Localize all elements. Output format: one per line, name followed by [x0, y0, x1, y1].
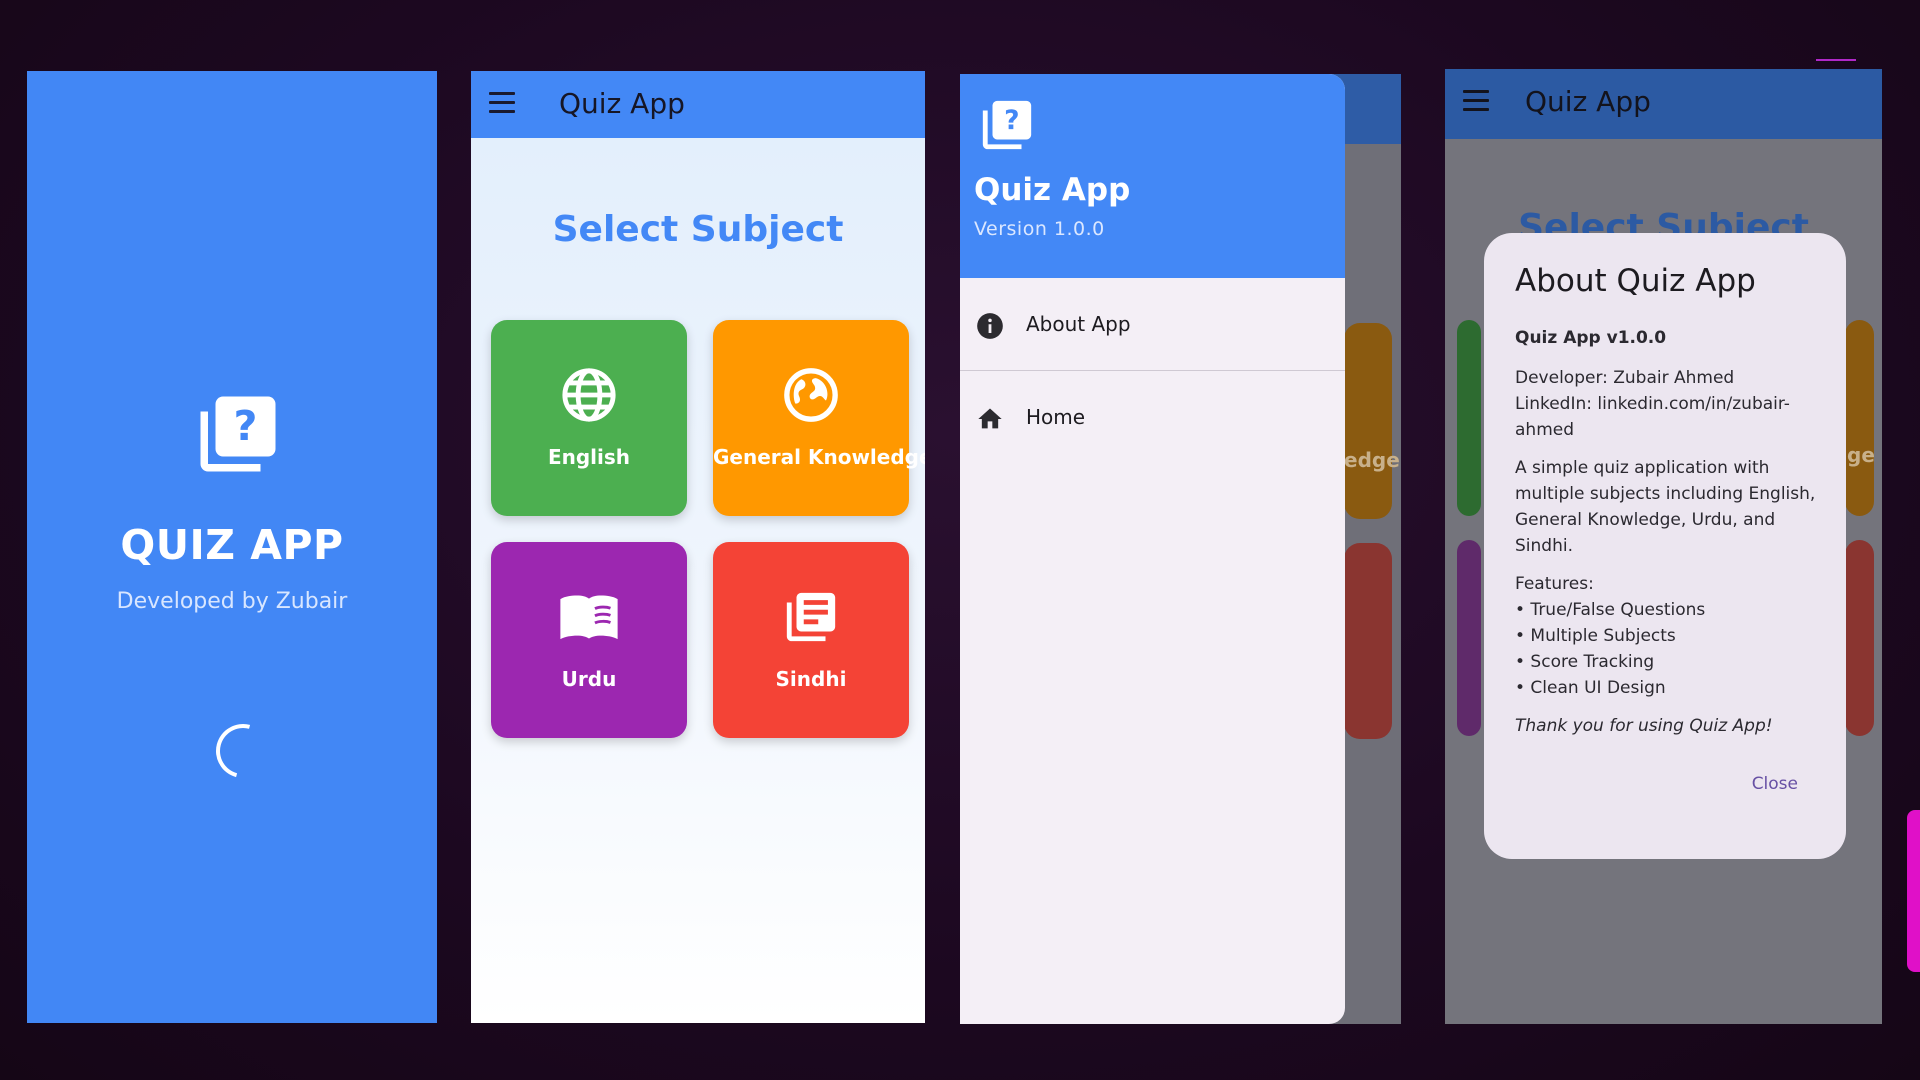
subject-card-english[interactable]: English	[491, 320, 687, 516]
splash-screen: ? QUIZ APP Developed by Zubair	[27, 71, 437, 1023]
drawer-item-label: About App	[1026, 312, 1131, 336]
drawer-title: Quiz App	[974, 172, 1131, 208]
drawer-item-label: Home	[1026, 405, 1086, 429]
subject-label: English	[547, 445, 631, 469]
subject-card-sindhi[interactable]: Sindhi	[713, 542, 909, 738]
drawer-header: ? Quiz App Version 1.0.0	[960, 74, 1345, 278]
thanks-text: Thank you for using Quiz App!	[1515, 716, 1773, 736]
app-version: Quiz App v1.0.0	[1515, 328, 1667, 348]
splash-subtitle: Developed by Zubair	[116, 589, 348, 614]
subject-card-general-knowledge[interactable]: General Knowledge	[713, 320, 925, 516]
decorative-accent-line	[1816, 59, 1856, 61]
feature-item: • Multiple Subjects	[1515, 626, 1676, 646]
feature-item: • True/False Questions	[1515, 600, 1706, 620]
feature-item: • Score Tracking	[1515, 652, 1655, 672]
menu-book-icon	[491, 588, 687, 646]
public-icon	[713, 366, 909, 424]
drawer-item-home[interactable]: Home	[960, 377, 1345, 457]
loading-spinner	[206, 714, 280, 788]
feature-item: • Clean UI Design	[1515, 678, 1666, 698]
close-button[interactable]: Close	[1752, 774, 1798, 794]
about-dialog-screen: Quiz App Select Subject ge About Quiz Ap…	[1445, 69, 1882, 1024]
dialog-title: About Quiz App	[1515, 263, 1756, 299]
svg-text:?: ?	[1004, 105, 1019, 136]
drawer-divider	[960, 370, 1345, 371]
info-icon	[976, 312, 1004, 340]
dialog-body: Quiz App v1.0.0 Developer: Zubair Ahmed …	[1515, 325, 1825, 751]
library-books-icon	[713, 588, 909, 646]
drawer-version: Version 1.0.0	[974, 218, 1105, 240]
subject-label: General Knowledge	[713, 445, 925, 469]
hamburger-menu-icon	[1463, 90, 1489, 112]
features-label: Features:	[1515, 574, 1594, 594]
background-card	[1845, 320, 1874, 516]
background-card	[1845, 540, 1874, 736]
about-dialog: About Quiz App Quiz App v1.0.0 Developer…	[1484, 233, 1846, 859]
drawer-screen: edge ? Quiz App Version 1.0.0 About App …	[960, 74, 1401, 1024]
background-card-text: ge	[1847, 443, 1875, 467]
page-title: Select Subject	[552, 209, 844, 250]
subject-card-urdu[interactable]: Urdu	[491, 542, 687, 738]
background-app-bar-title: Quiz App	[1525, 85, 1651, 118]
app-bar: Quiz App	[471, 71, 925, 138]
app-bar-title: Quiz App	[559, 87, 685, 120]
decorative-accent-edge	[1907, 810, 1920, 972]
hamburger-menu-icon[interactable]	[489, 92, 515, 114]
language-icon	[491, 366, 687, 424]
developer-text: Developer: Zubair Ahmed	[1515, 368, 1735, 388]
home-icon	[976, 405, 1004, 433]
background-card	[1457, 320, 1481, 516]
linkedin-text: LinkedIn: linkedin.com/in/zubair-ahmed	[1515, 394, 1790, 440]
navigation-drawer: ? Quiz App Version 1.0.0 About App Home	[960, 74, 1345, 1024]
splash-title: QUIZ APP	[120, 521, 344, 569]
background-card	[1344, 543, 1392, 739]
background-card-text: edge	[1344, 448, 1400, 472]
subject-label: Sindhi	[775, 667, 847, 691]
subject-label: Urdu	[561, 667, 617, 691]
home-screen: Quiz App Select Subject English General …	[471, 71, 925, 1023]
features-list: • True/False Questions • Multiple Subjec…	[1515, 597, 1825, 701]
description-text: A simple quiz application with multiple …	[1515, 458, 1816, 556]
background-app-bar: Quiz App	[1445, 69, 1882, 139]
background-card	[1344, 323, 1392, 519]
svg-text:?: ?	[234, 402, 258, 450]
quiz-icon: ?	[978, 96, 1036, 154]
drawer-item-about-app[interactable]: About App	[960, 284, 1345, 364]
quiz-icon: ?	[193, 389, 283, 479]
background-card	[1457, 540, 1481, 736]
